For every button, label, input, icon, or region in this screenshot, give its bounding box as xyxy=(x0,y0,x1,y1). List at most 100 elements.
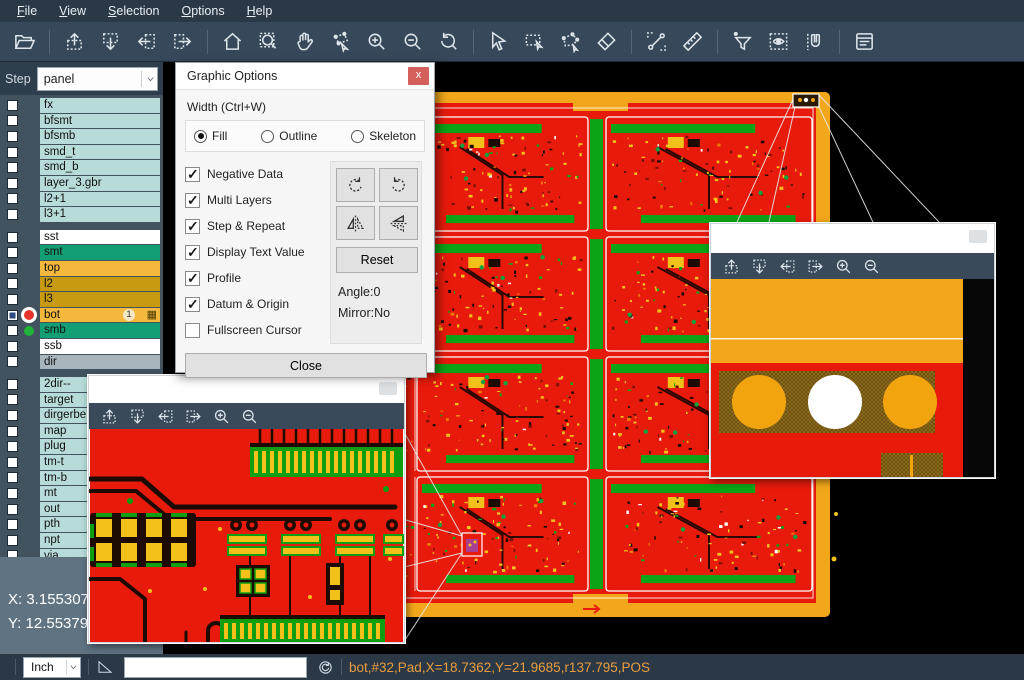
close-icon[interactable]: x xyxy=(408,67,429,85)
zoom-window-detail[interactable] xyxy=(88,375,405,643)
top-layer-row[interactable]: top xyxy=(0,261,163,276)
layer-visibility-checkbox[interactable] xyxy=(7,341,18,352)
smd_t-layer-row[interactable]: smd_t xyxy=(0,145,163,160)
sst-layer-row[interactable]: sst xyxy=(0,230,163,245)
layer-name[interactable]: bot xyxy=(40,308,160,323)
layer-name[interactable]: dir xyxy=(40,355,160,370)
dir-layer-row[interactable]: dir xyxy=(0,355,163,370)
window-button[interactable] xyxy=(379,382,397,395)
zoom-out-button[interactable] xyxy=(395,26,429,58)
zoom-window-button[interactable] xyxy=(251,26,285,58)
layer-name[interactable]: sst xyxy=(40,230,160,245)
fullscreen-cursor-checkbox[interactable]: Fullscreen Cursor xyxy=(185,317,327,343)
layer-visibility-checkbox[interactable] xyxy=(7,356,18,367)
bfsmt-layer-row[interactable]: bfsmt xyxy=(0,114,163,129)
checkbox[interactable] xyxy=(185,219,200,234)
zoom-out-button[interactable] xyxy=(858,254,884,278)
step-&-repeat-checkbox[interactable]: Step & Repeat xyxy=(185,213,327,239)
layer-name[interactable]: top xyxy=(40,261,160,276)
bot-layer-row[interactable]: bot 1 ▦ xyxy=(0,308,163,323)
checkbox[interactable] xyxy=(185,297,200,312)
magnified-pcb-view[interactable] xyxy=(711,279,994,477)
zoom-window-titlebar[interactable] xyxy=(711,224,994,253)
radio-circle[interactable] xyxy=(261,130,274,143)
negative-data-checkbox[interactable]: Negative Data xyxy=(185,161,327,187)
layer-list-button[interactable] xyxy=(847,26,881,58)
snap-magnet-button[interactable] xyxy=(797,26,831,58)
layer-name[interactable]: fx xyxy=(40,98,160,113)
layer-visibility-checkbox[interactable] xyxy=(7,247,18,258)
layer-visibility-checkbox[interactable] xyxy=(7,178,18,189)
layer-visibility-checkbox[interactable] xyxy=(7,232,18,243)
smd_b-layer-row[interactable]: smd_b xyxy=(0,160,163,175)
pan-right-button[interactable] xyxy=(180,404,206,428)
layer-visibility-checkbox[interactable] xyxy=(7,162,18,173)
layer-visibility-checkbox[interactable] xyxy=(7,379,18,390)
layer-visibility-checkbox[interactable] xyxy=(7,410,18,421)
pan-up-button[interactable] xyxy=(718,254,744,278)
radio-circle[interactable] xyxy=(351,130,364,143)
radio-circle[interactable] xyxy=(194,130,207,143)
filter-button[interactable] xyxy=(725,26,759,58)
l3+1-layer-row[interactable]: l3+1 xyxy=(0,207,163,222)
zoom-previous-button[interactable] xyxy=(431,26,465,58)
layer-name[interactable]: smd_b xyxy=(40,160,160,175)
layer-name[interactable]: l3+1 xyxy=(40,207,160,222)
layer-visibility-checkbox[interactable] xyxy=(7,504,18,515)
layer-visibility-checkbox[interactable] xyxy=(7,394,18,405)
view-menu[interactable]: View xyxy=(48,2,97,20)
pan-hand-button[interactable] xyxy=(287,26,321,58)
select-rect-button[interactable] xyxy=(517,26,551,58)
layer-name[interactable]: ssb xyxy=(40,339,160,354)
profile-checkbox[interactable]: Profile xyxy=(185,265,327,291)
layer-visibility-checkbox[interactable] xyxy=(7,193,18,204)
layer-visibility-checkbox[interactable] xyxy=(7,488,18,499)
layer-name[interactable]: l2+1 xyxy=(40,192,160,207)
layer-visibility-checkbox[interactable] xyxy=(7,426,18,437)
checkbox[interactable] xyxy=(185,245,200,260)
zoom-window-titlebar[interactable] xyxy=(89,376,404,403)
reset-button[interactable]: Reset xyxy=(336,247,418,273)
l2+1-layer-row[interactable]: l2+1 xyxy=(0,192,163,207)
fx-layer-row[interactable]: fx xyxy=(0,98,163,113)
layer-name[interactable]: bfsmb xyxy=(40,129,160,144)
zoom-out-button[interactable] xyxy=(236,404,262,428)
checkbox[interactable] xyxy=(185,271,200,286)
clean-brush-button[interactable] xyxy=(589,26,623,58)
layer-visibility-checkbox[interactable] xyxy=(7,472,18,483)
checkbox[interactable] xyxy=(185,167,200,182)
layer-visibility-checkbox[interactable] xyxy=(7,115,18,126)
close-button[interactable]: Close xyxy=(185,353,427,378)
layer-name[interactable]: bfsmt xyxy=(40,114,160,129)
measure-distance-button[interactable] xyxy=(639,26,673,58)
pan-left-button[interactable] xyxy=(774,254,800,278)
zoom-in-button[interactable] xyxy=(208,404,234,428)
pan-down-button[interactable] xyxy=(124,404,150,428)
layer-visibility-checkbox[interactable] xyxy=(7,147,18,158)
layer-visibility-checkbox[interactable] xyxy=(7,209,18,220)
pan-right-button[interactable] xyxy=(802,254,828,278)
flip-v-button[interactable] xyxy=(336,206,375,240)
selection-menu[interactable]: Selection xyxy=(97,2,170,20)
rotate-cw-button[interactable] xyxy=(336,168,375,202)
home-button[interactable] xyxy=(215,26,249,58)
window-button[interactable] xyxy=(969,230,987,243)
outline-radio[interactable]: Outline xyxy=(261,129,317,143)
checkbox[interactable] xyxy=(185,323,200,338)
layer_3.gbr-layer-row[interactable]: layer_3.gbr xyxy=(0,176,163,191)
pan-up-button[interactable] xyxy=(96,404,122,428)
view-options-button[interactable] xyxy=(761,26,795,58)
options-menu[interactable]: Options xyxy=(170,2,235,20)
open-folder-button[interactable] xyxy=(7,26,41,58)
pan-left-button[interactable] xyxy=(152,404,178,428)
checkbox[interactable] xyxy=(185,193,200,208)
layer-visibility-checkbox[interactable] xyxy=(7,310,18,321)
step-select[interactable]: panel xyxy=(37,67,158,91)
layer-name[interactable]: l3 xyxy=(40,292,160,307)
zoom-in-button[interactable] xyxy=(830,254,856,278)
pan-down-button[interactable] xyxy=(93,26,127,58)
skeleton-radio[interactable]: Skeleton xyxy=(351,129,416,143)
layer-visibility-checkbox[interactable] xyxy=(7,294,18,305)
ruler-button[interactable] xyxy=(675,26,709,58)
layer-name[interactable]: smd_t xyxy=(40,145,160,160)
